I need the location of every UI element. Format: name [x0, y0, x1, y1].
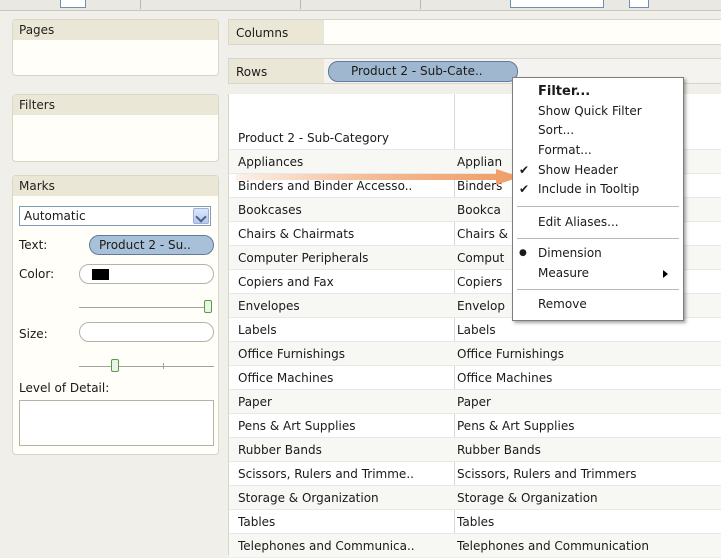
columns-shelf[interactable]: Columns [228, 19, 721, 45]
pages-title: Pages [13, 20, 218, 40]
text-cell[interactable]: Scissors, Rulers and Trimmers [457, 462, 721, 486]
mark-type-value: Automatic [24, 209, 86, 223]
text-cell[interactable]: Paper [457, 390, 721, 414]
toolbar-divider [300, 0, 301, 9]
row-header-cell[interactable]: Office Machines [238, 366, 452, 390]
row-header-cell[interactable]: Telephones and Communica.. [238, 534, 452, 558]
marks-title: Marks [13, 176, 218, 196]
menu-item-format[interactable]: Format... [538, 143, 592, 157]
row-header-cell[interactable]: Copiers and Fax [238, 270, 452, 294]
level-of-detail-label: Level of Detail: [19, 381, 110, 395]
size-label: Size: [19, 327, 48, 341]
toolbar-strip [0, 0, 721, 11]
filters-card[interactable]: Filters [12, 94, 219, 162]
menu-separator [517, 289, 679, 290]
checkmark-icon: ✔ [519, 163, 530, 177]
menu-item-remove[interactable]: Remove [538, 297, 587, 311]
size-slider-track[interactable] [79, 366, 214, 367]
text-cell[interactable]: Storage & Organization [457, 486, 721, 510]
mark-type-select[interactable]: Automatic [19, 206, 211, 226]
color-label: Color: [19, 267, 55, 281]
table-row[interactable]: Rubber Bands Rubber Bands [229, 437, 721, 461]
table-row[interactable]: Tables Tables [229, 509, 721, 533]
toolbar-button[interactable] [60, 0, 86, 8]
pages-card: Pages [12, 19, 219, 76]
text-cell[interactable]: Rubber Bands [457, 438, 721, 462]
menu-separator [517, 238, 679, 239]
row-header-cell[interactable]: Tables [238, 510, 452, 534]
text-label: Text: [19, 238, 48, 252]
row-header-cell[interactable]: Office Furnishings [238, 342, 452, 366]
bullet-icon: ● [519, 248, 527, 258]
text-cell[interactable]: Labels [457, 318, 721, 342]
submenu-arrow-icon [663, 270, 668, 278]
columns-dropzone[interactable] [324, 20, 721, 44]
checkmark-icon: ✔ [519, 182, 530, 196]
color-field[interactable] [79, 264, 214, 284]
row-header-cell[interactable]: Storage & Organization [238, 486, 452, 510]
text-cell[interactable]: Office Furnishings [457, 342, 721, 366]
size-slider-thumb[interactable] [111, 359, 119, 372]
row-header-cell[interactable]: Computer Peripherals [238, 246, 452, 270]
table-row[interactable]: Paper Paper [229, 389, 721, 413]
row-header-cell[interactable]: Bookcases [238, 198, 452, 222]
toolbar-dropdown[interactable] [510, 0, 604, 8]
menu-item-edit-aliases[interactable]: Edit Aliases... [538, 215, 619, 229]
row-header-cell[interactable]: Labels [238, 318, 452, 342]
size-slider-tick [163, 363, 164, 369]
menu-item-filter[interactable]: Filter... [538, 84, 590, 99]
toolbar-divider [140, 0, 141, 9]
filters-title: Filters [13, 95, 218, 115]
table-row[interactable]: Office Furnishings Office Furnishings [229, 341, 721, 365]
column-header[interactable]: Product 2 - Sub-Category [238, 131, 389, 145]
menu-item-label: Include in Tooltip [538, 182, 640, 196]
text-cell[interactable]: Office Machines [457, 366, 721, 390]
color-slider-track[interactable] [79, 307, 209, 308]
table-row[interactable]: Pens & Art Supplies Pens & Art Supplies [229, 413, 721, 437]
rows-pill-product-sub-category[interactable]: Product 2 - Sub-Cate.. [328, 61, 518, 82]
menu-item-show-quick-filter[interactable]: Show Quick Filter [538, 104, 642, 118]
row-header-cell[interactable]: Pens & Art Supplies [238, 414, 452, 438]
table-row[interactable]: Office Machines Office Machines [229, 365, 721, 389]
color-slider-thumb[interactable] [204, 300, 212, 313]
table-row[interactable]: Storage & Organization Storage & Organiza… [229, 485, 721, 509]
text-field-pill[interactable]: Product 2 - Su.. [89, 235, 214, 255]
menu-item-show-header[interactable]: ✔ Show Header [519, 163, 618, 177]
menu-item-label: Show Header [538, 163, 618, 177]
row-header-cell[interactable]: Scissors, Rulers and Trimme.. [238, 462, 452, 486]
menu-item-sort[interactable]: Sort... [538, 123, 574, 137]
columns-label: Columns [229, 20, 324, 44]
text-cell[interactable]: Pens & Art Supplies [457, 414, 721, 438]
menu-item-dimension[interactable]: ● Dimension [519, 246, 602, 260]
text-cell[interactable]: Tables [457, 510, 721, 534]
table-row[interactable]: Telephones and Communica.. Telephones and… [229, 533, 721, 557]
size-field[interactable] [79, 322, 214, 342]
level-of-detail-dropzone[interactable] [19, 400, 214, 446]
row-header-cell[interactable]: Paper [238, 390, 452, 414]
drag-arrow-icon [236, 169, 520, 185]
toolbar-divider [420, 0, 421, 9]
row-header-cell[interactable]: Chairs & Chairmats [238, 222, 452, 246]
menu-item-label: Dimension [538, 246, 602, 260]
table-row[interactable]: Scissors, Rulers and Trimme.. Scissors, R… [229, 461, 721, 485]
chevron-down-icon[interactable] [193, 208, 209, 224]
text-cell[interactable]: Telephones and Communication [457, 534, 721, 558]
rows-label: Rows [229, 59, 324, 83]
menu-item-measure[interactable]: Measure [538, 266, 589, 280]
row-header-cell[interactable]: Envelopes [238, 294, 452, 318]
toolbar-button[interactable] [629, 0, 649, 8]
menu-item-include-in-tooltip[interactable]: ✔ Include in Tooltip [519, 182, 640, 196]
marks-card: Marks Automatic Text: Product 2 - Su.. C… [12, 175, 219, 455]
menu-separator [517, 206, 679, 207]
color-swatch[interactable] [92, 269, 109, 280]
row-header-cell[interactable]: Rubber Bands [238, 438, 452, 462]
context-menu: Filter... Show Quick Filter Sort... Form… [512, 77, 684, 321]
